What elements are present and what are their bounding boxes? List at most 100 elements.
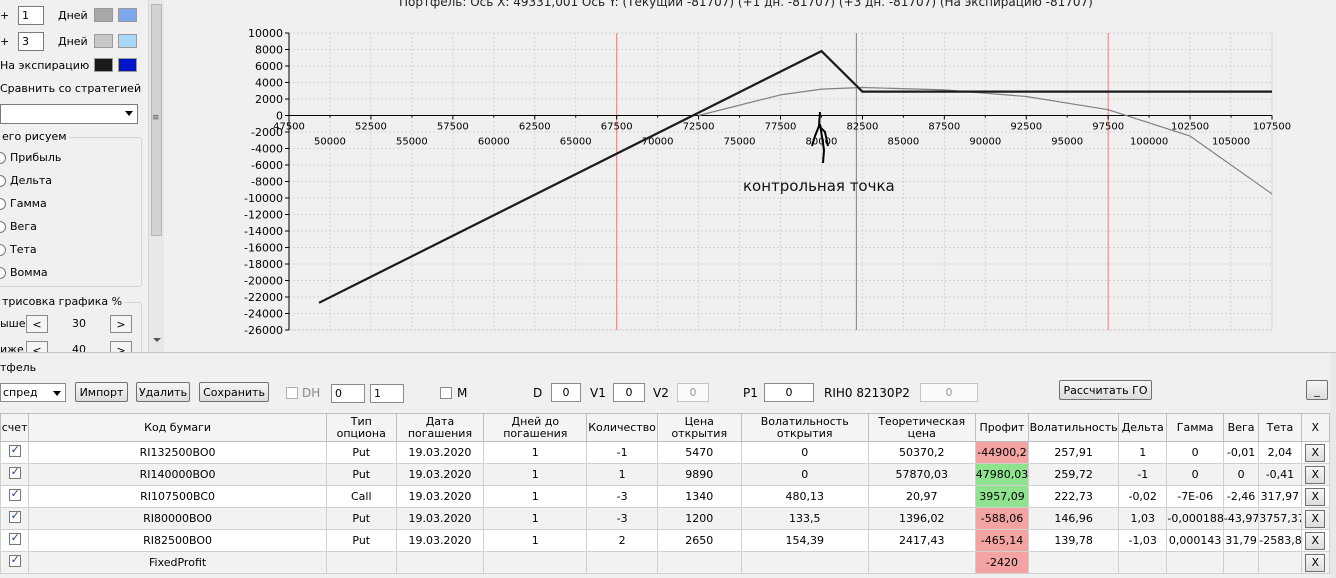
dh-spin-2[interactable]: 1 (370, 384, 404, 403)
column-header[interactable]: Волатильность (1028, 413, 1119, 442)
dh-spin-1-value: 0 (335, 387, 342, 400)
remove-row-button[interactable]: X (1305, 465, 1326, 484)
below-value[interactable]: 40 (58, 341, 100, 352)
dh-spin-1[interactable]: 0 (331, 384, 365, 403)
left-panel-scrollbar[interactable]: ≡ (148, 0, 164, 352)
delete-button[interactable]: Удалить (136, 382, 190, 402)
row-checkbox[interactable] (8, 443, 21, 457)
v1-input[interactable]: 0 (613, 383, 645, 402)
column-header[interactable]: Тип опциона (325, 413, 397, 442)
m-checkbox[interactable] (440, 387, 452, 399)
column-header[interactable]: Дата погашения (395, 413, 485, 442)
y-tick-label: 2000 (255, 93, 283, 106)
cell-theta: 3757,37 (1258, 507, 1302, 530)
cell-price: 2650 (656, 529, 742, 552)
table-row[interactable]: RI80000BO0Put19.03.20201-31200133,51396,… (0, 507, 1331, 530)
row-checkbox[interactable] (8, 553, 21, 567)
row-checkbox-cell[interactable] (0, 463, 30, 486)
remove-row-button[interactable]: X (1305, 443, 1326, 462)
column-header[interactable]: Тета (1258, 413, 1302, 442)
table-row[interactable]: RI140000BO0Put19.03.2020119890057870,034… (0, 463, 1331, 486)
remove-cell: X (1300, 441, 1331, 464)
column-header[interactable]: Вега (1222, 413, 1260, 442)
x-tick-label: 77500 (765, 122, 797, 133)
row-checkbox[interactable] (8, 531, 21, 545)
row-checkbox[interactable] (8, 487, 21, 501)
save-button[interactable]: Сохранить (199, 382, 269, 402)
x-tick-label: 82500 (847, 122, 879, 133)
cell-vol: 222,73 (1028, 485, 1119, 508)
calculate-margin-button[interactable]: Рассчитать ГО (1059, 380, 1152, 400)
dh-checkbox[interactable] (286, 387, 298, 399)
v1-label: V1 (590, 386, 606, 400)
column-header[interactable]: Теоретическая цена (867, 413, 976, 442)
days-input-2[interactable]: 3 (18, 31, 44, 51)
cell-vol: 257,91 (1028, 441, 1119, 464)
color-swatch-3a[interactable] (94, 58, 113, 72)
above-value[interactable]: 30 (58, 315, 100, 333)
table-row[interactable]: FixedProfit -2420 X (0, 551, 1331, 574)
import-button[interactable]: Импорт (75, 382, 128, 402)
compare-strategy-select[interactable] (0, 104, 138, 124)
table-row[interactable]: RI82500BO0Put19.03.2020122650154,392417,… (0, 529, 1331, 552)
row-checkbox-cell[interactable] (0, 551, 30, 574)
column-header[interactable]: Дельта (1117, 413, 1168, 442)
column-header[interactable]: Цена открытия (656, 413, 742, 442)
row-checkbox-cell[interactable] (0, 485, 30, 508)
column-header[interactable]: Профит (974, 413, 1030, 442)
row-checkbox[interactable] (8, 509, 21, 523)
color-swatch-3b[interactable] (118, 58, 137, 72)
below-increase-button[interactable]: > (110, 341, 132, 352)
remove-row-button[interactable]: X (1305, 553, 1326, 572)
column-header[interactable]: Код бумаги (28, 413, 327, 442)
days-input-1[interactable]: 1 (18, 5, 44, 25)
column-header[interactable]: X (1300, 413, 1331, 442)
row-checkbox-cell[interactable] (0, 507, 30, 530)
positions-table: счет Код бумаги Тип опциона Дата погашения Д… (0, 413, 1331, 574)
cell-vega: -43,97 (1222, 507, 1260, 530)
v2-input[interactable]: 0 (677, 383, 709, 402)
cell-gamma: -7E-06 (1166, 485, 1224, 508)
p2-input[interactable]: 0 (920, 383, 978, 402)
cell-vega: 0 (1222, 463, 1260, 486)
d-input[interactable]: 0 (551, 383, 581, 402)
below-decrease-button[interactable]: < (26, 341, 48, 352)
cell-delta: -1 (1117, 463, 1168, 486)
row-checkbox-cell[interactable] (0, 441, 30, 464)
minimize-button[interactable]: _ (1306, 380, 1328, 400)
scroll-down-icon[interactable] (153, 338, 161, 342)
strategy-select[interactable]: спред (0, 383, 66, 402)
x-tick-label: 52500 (355, 122, 387, 133)
cell-days: 1 (483, 485, 588, 508)
remove-row-button[interactable]: X (1305, 487, 1326, 506)
y-tick-label: 6000 (255, 60, 283, 73)
cell-date: 19.03.2020 (395, 441, 485, 464)
color-swatch-2a[interactable] (94, 34, 113, 48)
column-header[interactable]: Количество (586, 413, 658, 442)
remove-row-button[interactable]: X (1305, 531, 1326, 550)
cell-code: RI140000BO0 (28, 463, 327, 486)
above-decrease-button[interactable]: < (26, 315, 48, 333)
table-row[interactable]: RI107500BC0Call19.03.20201-31340480,1320… (0, 485, 1331, 508)
x-tick-label: 75000 (724, 137, 756, 148)
row-checkbox-cell[interactable] (0, 529, 30, 552)
column-header[interactable]: Гамма (1166, 413, 1224, 442)
cell-type: Put (325, 507, 397, 530)
column-header[interactable]: счет (0, 413, 30, 442)
table-row[interactable]: RI132500BO0Put19.03.20201-15470050370,2-… (0, 441, 1331, 464)
cell-delta: -0,02 (1117, 485, 1168, 508)
column-header[interactable]: Волатильность открытия (740, 413, 869, 442)
color-swatch-1b[interactable] (118, 8, 137, 22)
table-scrollbar[interactable] (1330, 353, 1336, 578)
remove-row-button[interactable]: X (1305, 509, 1326, 528)
column-header[interactable]: Дней до погашения (483, 413, 588, 442)
y-tick-label: -12000 (244, 209, 283, 222)
color-swatch-2b[interactable] (118, 34, 137, 48)
p1-input[interactable]: 0 (764, 383, 814, 402)
row-checkbox[interactable] (8, 465, 21, 479)
above-increase-button[interactable]: > (110, 315, 132, 333)
x-tick-label: 105000 (1212, 137, 1250, 148)
color-swatch-1a[interactable] (94, 8, 113, 22)
cell-price (656, 551, 742, 574)
above-label: ыше (0, 317, 26, 330)
